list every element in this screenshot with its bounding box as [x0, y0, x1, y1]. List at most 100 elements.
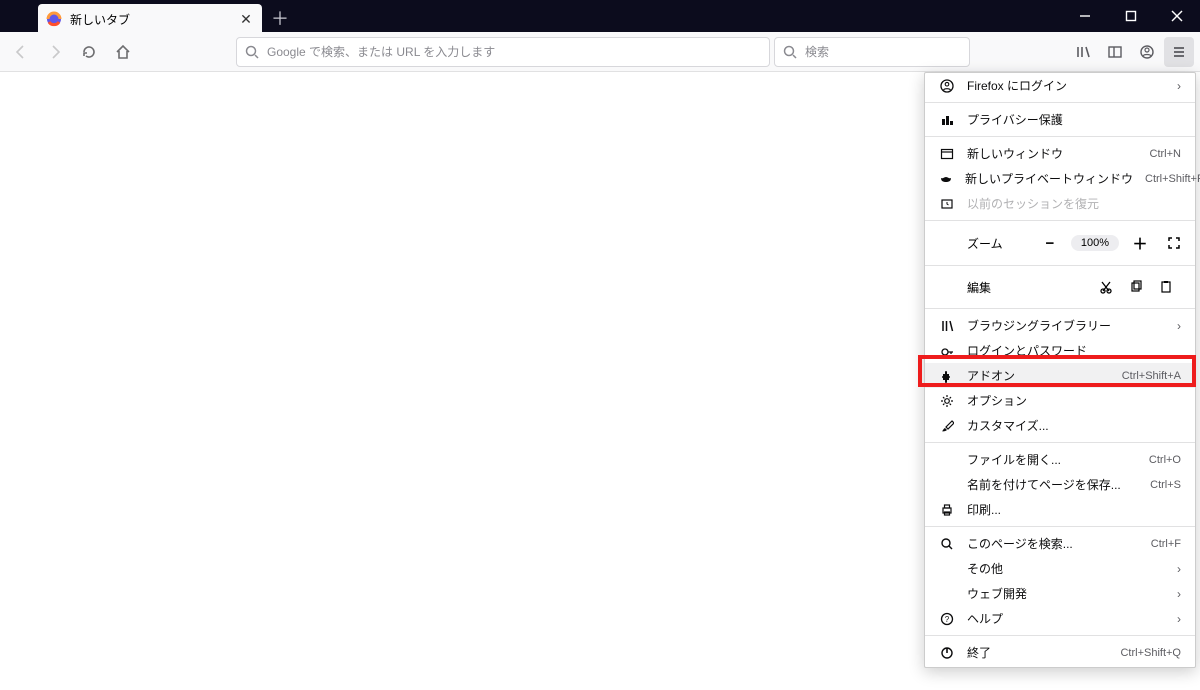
chevron-right-icon: ›	[1177, 319, 1181, 333]
window-icon	[939, 146, 955, 162]
menu-webdev[interactable]: ウェブ開発 ›	[925, 581, 1195, 606]
menu-separator	[925, 136, 1195, 137]
menu-label: 新しいウィンドウ	[967, 145, 1138, 162]
content-area: Firefox にログイン › プライバシー保護 新しいウィンドウ Ctrl+N…	[0, 72, 1200, 690]
home-button[interactable]	[108, 37, 138, 67]
menu-label: Firefox にログイン	[967, 77, 1165, 94]
url-bar[interactable]	[236, 37, 770, 67]
cut-button[interactable]	[1091, 274, 1121, 300]
menu-label: ファイルを開く...	[967, 451, 1137, 468]
menu-label: ログインとパスワード	[967, 342, 1181, 359]
restore-icon	[939, 196, 955, 212]
menu-shortcut: Ctrl+S	[1150, 479, 1181, 491]
menu-edit-row: 編集	[925, 270, 1195, 304]
gear-icon	[939, 393, 955, 409]
hamburger-menu-button[interactable]	[1164, 37, 1194, 67]
search-bar[interactable]	[774, 37, 970, 67]
hamburger-menu-panel: Firefox にログイン › プライバシー保護 新しいウィンドウ Ctrl+N…	[924, 72, 1196, 668]
mask-icon	[939, 171, 953, 187]
account-icon	[939, 78, 955, 94]
menu-label: プライバシー保護	[967, 111, 1181, 128]
menu-separator	[925, 102, 1195, 103]
maximize-button[interactable]	[1108, 0, 1154, 32]
chevron-right-icon: ›	[1177, 79, 1181, 93]
menu-label: 終了	[967, 644, 1108, 661]
menu-shortcut: Ctrl+Shift+P	[1145, 173, 1200, 185]
paintbrush-icon	[939, 418, 955, 434]
menu-options[interactable]: オプション	[925, 388, 1195, 413]
paste-button[interactable]	[1151, 274, 1181, 300]
navbar	[0, 32, 1200, 72]
menu-open-file[interactable]: ファイルを開く... Ctrl+O	[925, 447, 1195, 472]
menu-label: 以前のセッションを復元	[967, 195, 1181, 212]
chevron-right-icon: ›	[1177, 612, 1181, 626]
menu-label: 新しいプライベートウィンドウ	[965, 170, 1133, 187]
search-icon	[245, 45, 259, 59]
menu-separator	[925, 265, 1195, 266]
edit-label: 編集	[939, 279, 1091, 296]
minimize-button[interactable]	[1062, 0, 1108, 32]
svg-text:?: ?	[945, 615, 950, 624]
menu-label: アドオン	[967, 367, 1110, 384]
menu-signin[interactable]: Firefox にログイン ›	[925, 73, 1195, 98]
shield-icon	[939, 112, 955, 128]
menu-shortcut: Ctrl+O	[1149, 454, 1181, 466]
menu-more[interactable]: その他 ›	[925, 556, 1195, 581]
library-button[interactable]	[1068, 37, 1098, 67]
menu-shortcut: Ctrl+N	[1150, 148, 1181, 160]
menu-customize[interactable]: カスタマイズ...	[925, 413, 1195, 438]
account-button[interactable]	[1132, 37, 1162, 67]
menu-library[interactable]: ブラウジングライブラリー ›	[925, 313, 1195, 338]
menu-zoom-row: ズーム − 100% ＋	[925, 225, 1195, 261]
search-icon	[939, 536, 955, 552]
zoom-label: ズーム	[939, 235, 1029, 252]
zoom-in-button[interactable]: ＋	[1127, 230, 1153, 256]
menu-restore-session: 以前のセッションを復元	[925, 191, 1195, 216]
toolbar-right	[1068, 37, 1194, 67]
back-button[interactable]	[6, 37, 36, 67]
reload-button[interactable]	[74, 37, 104, 67]
menu-help[interactable]: ? ヘルプ ›	[925, 606, 1195, 631]
menu-addons[interactable]: アドオン Ctrl+Shift+A	[925, 363, 1195, 388]
menu-save-as[interactable]: 名前を付けてページを保存... Ctrl+S	[925, 472, 1195, 497]
zoom-value[interactable]: 100%	[1071, 235, 1119, 251]
help-icon: ?	[939, 611, 955, 627]
menu-exit[interactable]: 終了 Ctrl+Shift+Q	[925, 640, 1195, 665]
chevron-right-icon: ›	[1177, 587, 1181, 601]
menu-print[interactable]: 印刷...	[925, 497, 1195, 522]
menu-separator	[925, 308, 1195, 309]
forward-button[interactable]	[40, 37, 70, 67]
menu-new-private-window[interactable]: 新しいプライベートウィンドウ Ctrl+Shift+P	[925, 166, 1195, 191]
menu-privacy[interactable]: プライバシー保護	[925, 107, 1195, 132]
sidebar-button[interactable]	[1100, 37, 1130, 67]
menu-new-window[interactable]: 新しいウィンドウ Ctrl+N	[925, 141, 1195, 166]
menu-label: ブラウジングライブラリー	[967, 317, 1165, 334]
search-input[interactable]	[805, 45, 961, 59]
close-window-button[interactable]	[1154, 0, 1200, 32]
menu-logins[interactable]: ログインとパスワード	[925, 338, 1195, 363]
tab-active[interactable]: 新しいタブ ✕	[38, 4, 262, 34]
new-tab-button[interactable]: ＋	[266, 4, 294, 32]
tab-title: 新しいタブ	[70, 11, 130, 28]
menu-label: カスタマイズ...	[967, 417, 1181, 434]
menu-separator	[925, 526, 1195, 527]
key-icon	[939, 343, 955, 359]
menu-label: オプション	[967, 392, 1181, 409]
power-icon	[939, 645, 955, 661]
chevron-right-icon: ›	[1177, 562, 1181, 576]
menu-label: このページを検索...	[967, 535, 1139, 552]
tab-close-icon[interactable]: ✕	[238, 11, 254, 27]
firefox-favicon-icon	[46, 11, 62, 27]
library-icon	[939, 318, 955, 334]
copy-button[interactable]	[1121, 274, 1151, 300]
menu-label: ヘルプ	[967, 610, 1165, 627]
menu-label: 印刷...	[967, 501, 1181, 518]
menu-label: その他	[967, 560, 1165, 577]
zoom-out-button[interactable]: −	[1037, 230, 1063, 256]
url-input[interactable]	[267, 45, 761, 59]
fullscreen-button[interactable]	[1161, 230, 1187, 256]
titlebar: 新しいタブ ✕ ＋	[0, 0, 1200, 32]
menu-find[interactable]: このページを検索... Ctrl+F	[925, 531, 1195, 556]
search-icon	[783, 45, 797, 59]
menu-shortcut: Ctrl+Shift+A	[1122, 370, 1181, 382]
